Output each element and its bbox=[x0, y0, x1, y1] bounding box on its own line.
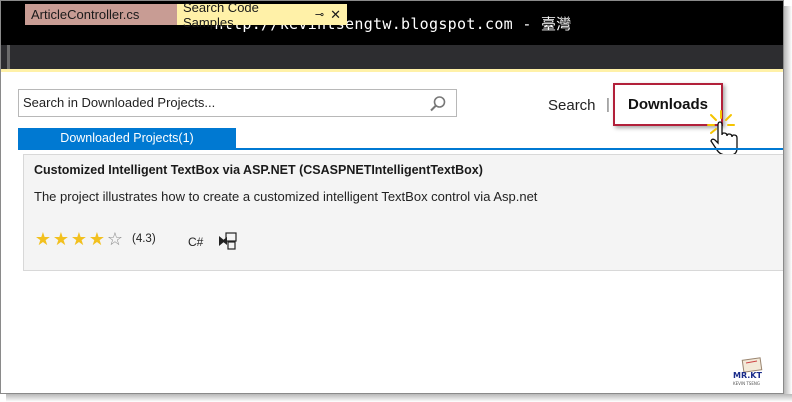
close-icon[interactable]: ✕ bbox=[330, 7, 341, 23]
frame-shadow-bottom bbox=[6, 394, 792, 402]
rating-stars: ★ ★ ★ ★ ☆ bbox=[34, 230, 124, 248]
project-description: The project illustrates how to create a … bbox=[34, 189, 538, 204]
rating-value: (4.3) bbox=[132, 233, 156, 245]
project-title[interactable]: Customized Intelligent TextBox via ASP.N… bbox=[34, 163, 483, 177]
downloaded-projects-tab-label: Downloaded Projects(1) bbox=[60, 131, 194, 145]
logo-text: MR.KT bbox=[733, 371, 762, 380]
tab-label: ArticleController.cs bbox=[31, 7, 140, 22]
mrkt-logo: MR.KT KEVIN TSENG bbox=[731, 357, 771, 389]
screenshot-frame: http://kevintsengtw.blogspot.com - 臺灣 Ar… bbox=[0, 0, 784, 394]
pin-icon[interactable]: ⊸ bbox=[315, 8, 324, 21]
downloaded-projects-tab[interactable]: Downloaded Projects(1) bbox=[18, 128, 236, 148]
visual-studio-project-icon bbox=[218, 232, 238, 255]
project-list-item[interactable]: Customized Intelligent TextBox via ASP.N… bbox=[23, 154, 783, 271]
logo-subtext: KEVIN TSENG bbox=[733, 381, 760, 386]
section-divider bbox=[18, 148, 783, 150]
language-label: C# bbox=[188, 235, 204, 249]
tab-article-controller[interactable]: ArticleController.cs bbox=[25, 4, 177, 25]
tab-strip-marker bbox=[7, 45, 10, 69]
search-icon[interactable] bbox=[429, 95, 447, 118]
search-input[interactable] bbox=[23, 95, 423, 110]
star-filled-icon: ★ bbox=[70, 229, 88, 249]
search-nav-link[interactable]: Search bbox=[548, 97, 596, 114]
downloads-label: Downloads bbox=[627, 96, 708, 113]
tab-label: Search Code Samples bbox=[183, 0, 259, 30]
tab-search-code-samples[interactable]: Search Code Samples ⊸ ✕ bbox=[177, 1, 347, 30]
star-empty-icon: ☆ bbox=[106, 229, 124, 249]
frame-shadow-right bbox=[784, 6, 792, 402]
document-tab-strip bbox=[1, 45, 783, 72]
star-filled-icon: ★ bbox=[88, 229, 106, 249]
star-filled-icon: ★ bbox=[34, 229, 52, 249]
search-downloaded-projects-box[interactable] bbox=[18, 89, 457, 117]
nav-separator: | bbox=[606, 96, 610, 113]
star-filled-icon: ★ bbox=[52, 229, 70, 249]
